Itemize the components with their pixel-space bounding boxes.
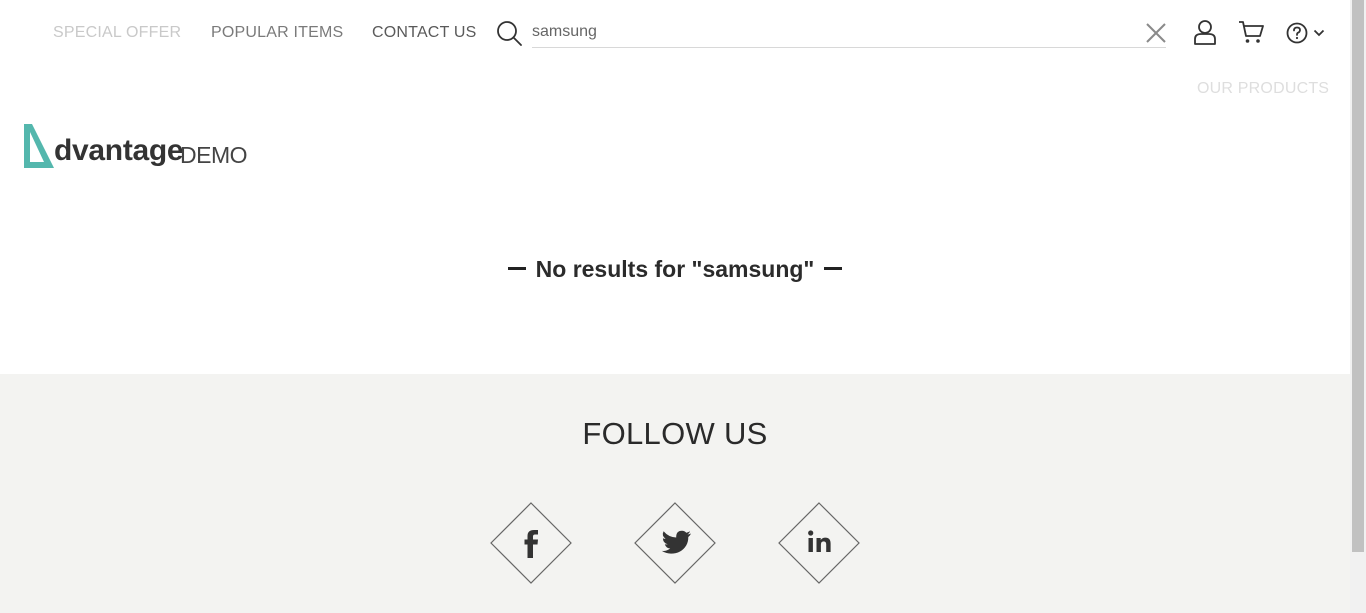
chevron-down-icon bbox=[1313, 29, 1325, 37]
logo-name: dvantage bbox=[54, 134, 184, 167]
page: SPECIAL OFFER POPULAR ITEMS CONTACT US O… bbox=[0, 0, 1350, 613]
nav-popular-items[interactable]: POPULAR ITEMS bbox=[211, 24, 343, 42]
help-icon bbox=[1286, 22, 1308, 44]
follow-us-heading: FOLLOW US bbox=[582, 416, 768, 451]
logo-mark-icon bbox=[24, 124, 54, 168]
divider-right bbox=[824, 267, 843, 270]
user-icon[interactable] bbox=[1193, 19, 1217, 45]
footer: FOLLOW US bbox=[0, 374, 1350, 613]
search-icon[interactable] bbox=[496, 20, 522, 46]
cart-icon[interactable] bbox=[1238, 20, 1264, 44]
logo-suffix: DEMO bbox=[180, 142, 248, 168]
nav-special-offer[interactable]: SPECIAL OFFER bbox=[53, 24, 181, 42]
nav-our-products[interactable]: OUR PRODUCTS bbox=[1197, 80, 1329, 98]
facebook-link[interactable] bbox=[490, 502, 572, 584]
facebook-icon bbox=[490, 502, 572, 584]
linkedin-icon bbox=[778, 502, 860, 584]
close-icon[interactable] bbox=[1145, 22, 1167, 44]
help-menu[interactable] bbox=[1286, 21, 1328, 45]
search-input[interactable] bbox=[532, 17, 1166, 48]
no-results-heading: No results for "samsung" bbox=[0, 256, 1350, 283]
no-results-message: No results for "samsung" bbox=[535, 256, 815, 282]
linkedin-link[interactable] bbox=[778, 502, 860, 584]
nav-contact-us[interactable]: CONTACT US bbox=[372, 24, 477, 42]
twitter-icon bbox=[634, 502, 716, 584]
scrollbar-thumb[interactable] bbox=[1352, 0, 1364, 552]
twitter-link[interactable] bbox=[634, 502, 716, 584]
divider-left bbox=[507, 267, 526, 270]
logo[interactable]: dvantage DEMO bbox=[22, 122, 252, 172]
